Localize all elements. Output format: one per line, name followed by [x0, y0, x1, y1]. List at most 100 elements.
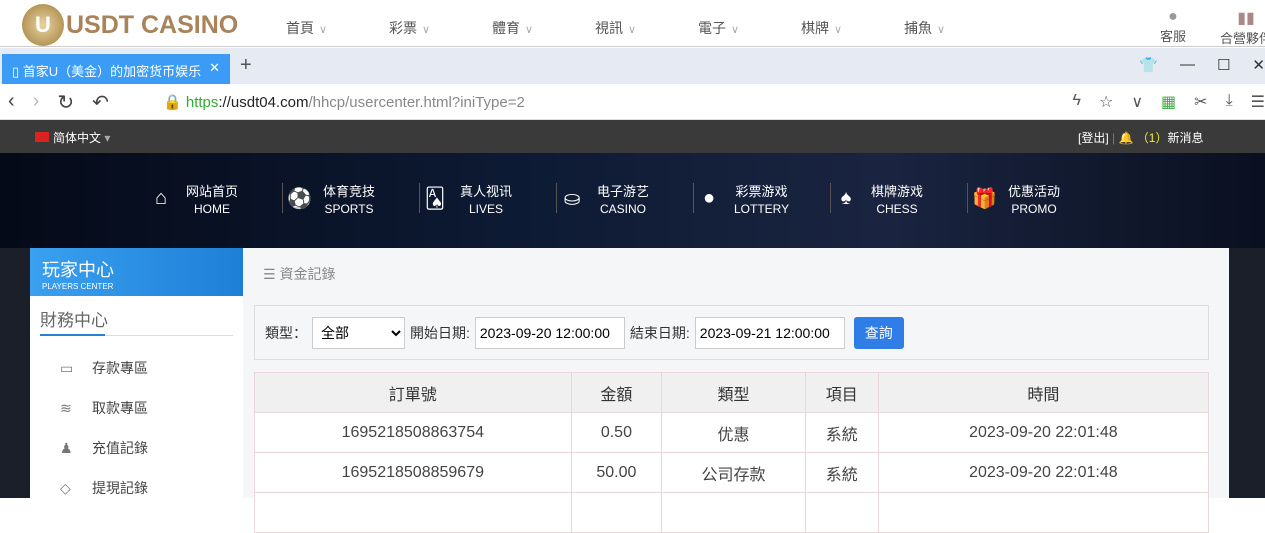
type-select[interactable]: 全部 — [312, 316, 405, 349]
main-nav-chess[interactable]: ♠ 棋牌游戏 CHESS — [831, 183, 968, 216]
minimize-button[interactable]: — — [1180, 56, 1195, 74]
end-date-label: 結束日期: — [629, 324, 690, 341]
end-date-input[interactable] — [694, 316, 845, 349]
sidebar-item[interactable]: ≋ 取款專區 — [30, 388, 243, 428]
nav-label: 优惠活动 — [1008, 183, 1061, 199]
download-icon[interactable]: ⤓ — [1226, 92, 1233, 112]
main-nav-sports[interactable]: ⚽ 体育竞技 SPORTS — [283, 183, 420, 216]
bell-icon[interactable]: 🔔 — [1118, 131, 1133, 145]
close-tab-icon[interactable]: ✕ — [209, 60, 220, 76]
back-button[interactable]: ‹ — [8, 90, 15, 115]
table-cell: 公司存款 — [661, 452, 806, 493]
chevron-down-icon: ∨ — [731, 24, 740, 36]
sidebar-item[interactable]: ◇ 提現記錄 — [30, 468, 243, 508]
address-bar: ‹ › ↻ ↶ 🔒 https://usdt04.com/hhcp/usercente… — [0, 84, 1265, 120]
table-row — [254, 492, 1210, 533]
new-tab-button[interactable]: + — [240, 54, 252, 77]
sidebar-section-title: 財務中心 — [40, 306, 233, 336]
undo-button[interactable]: ↶ — [92, 90, 109, 115]
reload-button[interactable]: ↻ — [57, 90, 74, 115]
gift-icon: 🎁 — [972, 187, 997, 210]
table-cell: 2023-09-20 22:01:48 — [877, 412, 1210, 453]
language-select[interactable]: 简体中文 ▾ — [35, 129, 110, 146]
main-nav-lottery[interactable]: ● 彩票游戏 LOTTERY — [694, 183, 831, 216]
service-label: 客服 — [1160, 29, 1187, 44]
site-header: U USDT CASINO 首頁 ∨ 彩票 ∨ 體育 ∨ 視訊 ∨ 電子 ∨ 棋牌 ∨ 捕魚… — [0, 0, 1265, 47]
apps-icon[interactable]: ▦ — [1161, 92, 1176, 112]
lock-icon: 🔒 — [163, 94, 182, 111]
column-header: 訂單號 — [254, 372, 572, 413]
sidebar: 玩家中心 PLAYERS CENTER 財務中心 ▭ 存款專區 ≋ 取款專區 ♟ 充值記錄 ◇… — [30, 248, 243, 498]
url-input[interactable]: 🔒 https://usdt04.com/hhcp/usercenter.htm… — [163, 93, 525, 111]
forward-button[interactable]: › — [33, 90, 40, 115]
column-header: 類型 — [661, 372, 806, 413]
chevron-down-icon: ∨ — [422, 24, 431, 36]
query-button[interactable]: 查詢 — [853, 316, 904, 349]
browser-tab[interactable]: ▯ 首家U（美金）的加密货币娱乐 ✕ — [2, 54, 230, 84]
logo-coin-icon: U — [22, 4, 64, 46]
nav-sublabel: HOME — [194, 201, 230, 216]
sidebar-item-label: 提現記錄 — [92, 480, 148, 496]
table-cell: 1695218508859679 — [254, 452, 572, 493]
top-nav-item[interactable]: 彩票 ∨ — [389, 18, 492, 38]
skin-icon[interactable]: 👕 — [1139, 56, 1158, 74]
chevron-down-icon: ∨ — [937, 24, 946, 36]
filter-bar: 類型： 全部 開始日期: 結束日期: 查詢 — [254, 305, 1209, 360]
scissors-icon[interactable]: ✂ — [1194, 92, 1207, 112]
main-nav-home[interactable]: ⌂ 网站首页 HOME — [146, 183, 283, 216]
sidebar-item[interactable]: ▭ 存款專區 — [30, 348, 243, 388]
top-nav-item[interactable]: 捕魚 ∨ — [904, 18, 1007, 38]
chevron-down-icon[interactable]: ∨ — [1131, 92, 1143, 112]
table-cell: 2023-09-20 22:01:48 — [877, 452, 1210, 493]
nav-sublabel: LOTTERY — [734, 201, 790, 216]
nav-sublabel: CHESS — [876, 201, 918, 216]
people-icon: ▮▮ — [1237, 10, 1255, 27]
browser-tab-bar: ▯ 首家U（美金）的加密货币娱乐 ✕ + 👕 — ☐ ✕ — [0, 48, 1265, 84]
table-cell: 优惠 — [661, 412, 806, 453]
sidebar-item-icon: ≋ — [60, 399, 72, 416]
start-date-label: 開始日期: — [410, 324, 470, 341]
lottery-balls-icon: ● — [702, 186, 716, 209]
sidebar-item[interactable]: ♟ 充值記錄 — [30, 428, 243, 468]
breadcrumb: ☰ 資金記錄 — [263, 266, 336, 282]
chevron-down-icon: ∨ — [628, 24, 637, 36]
nav-label: 电子游艺 — [597, 183, 650, 199]
site-logo[interactable]: U USDT CASINO — [22, 4, 238, 46]
menu-icon: ☰ — [263, 266, 276, 282]
table-cell: 50.00 — [570, 452, 663, 493]
top-nav-item[interactable]: 視訊 ∨ — [595, 18, 698, 38]
main-nav-promo[interactable]: 🎁 优惠活动 PROMO — [968, 183, 1105, 216]
main-nav-lives[interactable]: 🂡 真人视讯 LIVES — [420, 183, 557, 216]
customer-service-link[interactable]: ● 客服 — [1160, 8, 1186, 45]
sidebar-item-icon: ♟ — [60, 439, 73, 456]
sidebar-item-label: 取款專區 — [92, 400, 148, 416]
top-nav-item[interactable]: 體育 ∨ — [492, 18, 595, 38]
menu-icon[interactable]: ☰ — [1251, 92, 1265, 112]
spade-icon: ♠ — [840, 186, 852, 209]
main-panel: ☰ 資金記錄 類型： 全部 開始日期: 結束日期: 查詢 訂單號金額類型項目時間… — [243, 248, 1229, 533]
nav-label: 网站首页 — [186, 183, 239, 199]
nav-sublabel: LIVES — [468, 201, 504, 216]
top-nav-item[interactable]: 電子 ∨ — [698, 18, 801, 38]
main-nav-casino[interactable]: ⛀ 电子游艺 CASINO — [557, 183, 694, 216]
star-icon[interactable]: ☆ — [1099, 92, 1113, 112]
nav-label: 彩票游戏 — [735, 183, 788, 199]
logout-link[interactable]: [登出] — [1078, 131, 1109, 145]
messages-link[interactable]: 新消息 — [1167, 131, 1203, 145]
nav-sublabel: SPORTS — [324, 201, 374, 216]
start-date-input[interactable] — [474, 316, 625, 349]
top-nav-item[interactable]: 棋牌 ∨ — [801, 18, 904, 38]
records-table: 訂單號 金額 類型 項目 時間 1695218508863754 0.50 优惠 系統 2023… — [254, 372, 1210, 533]
caret-down-icon: ▾ — [104, 131, 111, 145]
message-count: （1） — [1136, 131, 1168, 145]
nav-label: 体育竞技 — [323, 183, 376, 199]
chat-bubble-icon: ● — [1168, 8, 1178, 25]
top-nav-item[interactable]: 首頁 ∨ — [286, 18, 389, 38]
logo-text: USDT CASINO — [66, 10, 239, 39]
chevron-down-icon: ∨ — [319, 24, 328, 36]
sidebar-item-label: 存款專區 — [92, 360, 148, 376]
lightning-icon[interactable]: ϟ — [1073, 92, 1081, 112]
close-window-button[interactable]: ✕ — [1252, 56, 1265, 74]
maximize-button[interactable]: ☐ — [1217, 56, 1230, 74]
partner-link[interactable]: ▮▮ 合營夥伴 — [1220, 8, 1265, 47]
